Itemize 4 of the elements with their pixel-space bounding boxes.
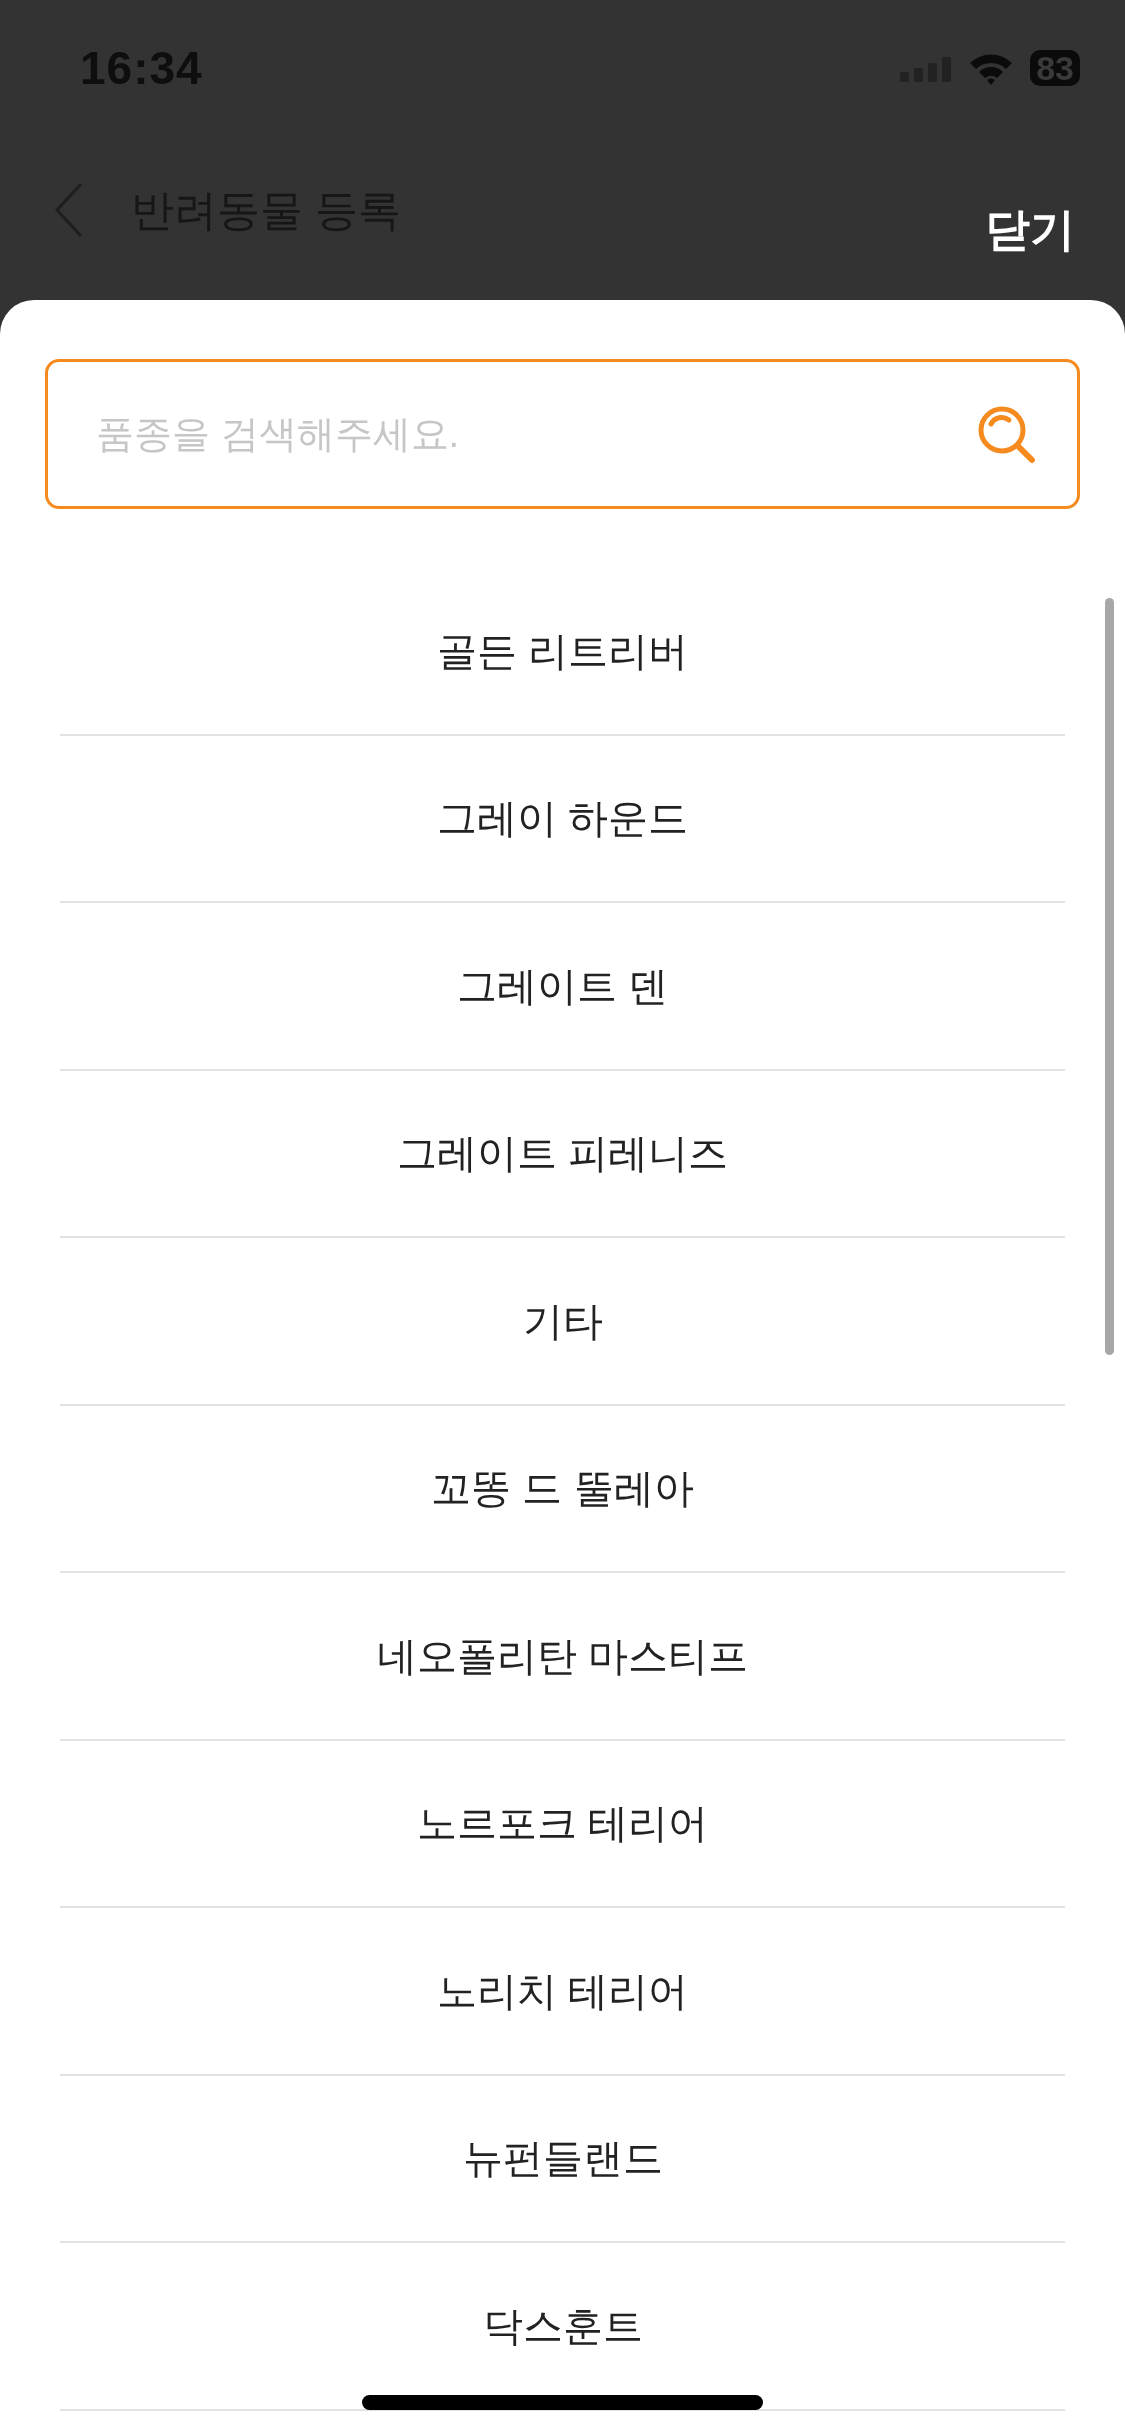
search-field[interactable]: 품종을 검색해주세요. [45,359,1080,509]
close-button[interactable]: 닫기 [985,200,1075,260]
wifi-icon [968,51,1015,85]
search-icon [976,404,1036,464]
